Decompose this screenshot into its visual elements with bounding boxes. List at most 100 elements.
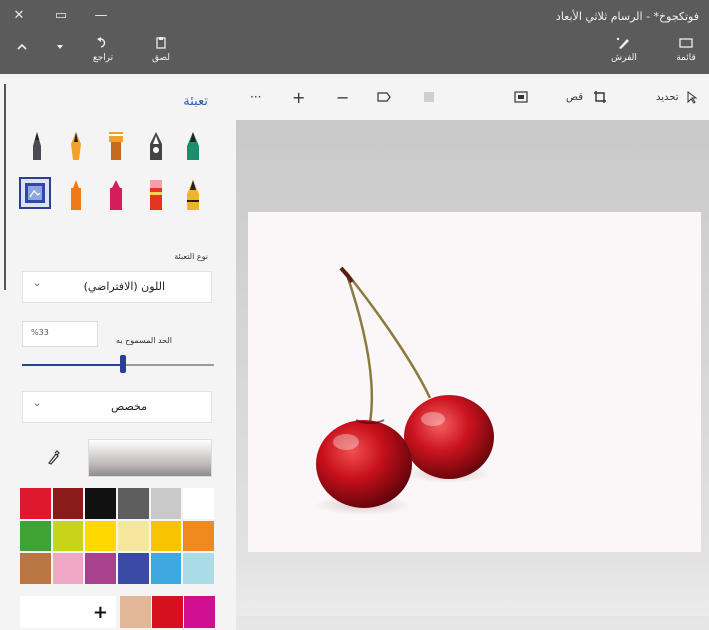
rotate-icon (424, 92, 434, 102)
pencil-icon (187, 180, 199, 210)
fill-type-value: اللون (الافتراضي) (83, 280, 165, 293)
crop-button[interactable]: قص (566, 86, 607, 108)
color-preview[interactable] (88, 439, 212, 477)
calligraphy-brush[interactable] (66, 130, 86, 164)
color-swatch[interactable] (20, 553, 51, 584)
color-swatch[interactable] (85, 520, 116, 552)
watercolor-icon (150, 132, 162, 160)
window-title: فوتكجوخ* - الرسام ثلاثي الأبعاد (555, 10, 699, 23)
select-icon (687, 91, 698, 104)
eraser-icon (150, 180, 162, 210)
tolerance-input[interactable]: %33 (22, 321, 98, 347)
oil-brush[interactable] (106, 130, 126, 164)
add-color-button[interactable]: + (20, 596, 116, 628)
spray-can-icon (71, 180, 81, 210)
color-swatch[interactable] (150, 488, 182, 519)
spray-brush[interactable] (66, 178, 86, 212)
minimize-icon: — (94, 7, 108, 23)
color-swatch[interactable] (150, 553, 182, 584)
menu-label: قائمة (676, 53, 696, 63)
edit-toolbar: ··· + − قص تحديد (236, 74, 709, 120)
close-icon: ✕ (13, 7, 25, 23)
color-swatch[interactable] (52, 488, 84, 519)
color-mode-dropdown[interactable]: مخصص ⌄ (22, 391, 212, 423)
color-swatch[interactable] (183, 553, 214, 584)
magic-select-icon (514, 91, 528, 103)
sticker-button[interactable] (376, 86, 392, 108)
paste-button[interactable]: لصق (144, 36, 178, 72)
chevron-down-icon: ⌄ (33, 278, 42, 289)
select-label: تحديد (656, 91, 679, 103)
tolerance-label: الحد المسموح به (116, 336, 172, 345)
drawing-canvas[interactable] (248, 212, 701, 552)
disabled-tool-button[interactable] (422, 86, 436, 108)
fill-type-label: نوع التعبئة (174, 252, 208, 261)
color-swatch[interactable] (117, 553, 149, 584)
color-swatch[interactable] (117, 520, 149, 552)
select-button[interactable]: تحديد (656, 86, 699, 108)
undo-button[interactable]: تراجع (86, 36, 120, 72)
restore-icon: ▭ (54, 7, 68, 23)
eraser-brush[interactable] (146, 178, 166, 212)
color-swatch[interactable] (52, 553, 84, 584)
panel-title: تعبئة (183, 94, 208, 109)
minimize-button[interactable]: — (84, 4, 118, 26)
color-swatch[interactable] (183, 488, 214, 519)
close-button[interactable]: ✕ (2, 4, 36, 26)
color-swatch[interactable] (150, 520, 182, 552)
chevron-down-icon: ⌄ (33, 398, 42, 409)
brush-icon (616, 37, 629, 49)
paste-label: لصق (151, 53, 171, 63)
panel-scrollbar[interactable] (4, 84, 6, 290)
color-swatch[interactable] (20, 520, 51, 552)
color-swatch[interactable] (52, 520, 84, 552)
marker-icon (33, 132, 41, 160)
brushes-button[interactable]: الفرش (604, 36, 644, 72)
fill-type-dropdown[interactable]: اللون (الافتراضي) ⌄ (22, 271, 212, 303)
crop-label: قص (566, 91, 584, 103)
cherries-image (315, 266, 494, 515)
crayon-icon (110, 180, 122, 210)
undo-icon (97, 37, 106, 48)
pixel-pen-brush[interactable] (183, 130, 203, 164)
color-swatch[interactable] (85, 553, 116, 584)
color-mode-value: مخصص (110, 400, 147, 413)
zoom-in-button[interactable]: + (292, 86, 305, 108)
watercolor-brush[interactable] (146, 130, 166, 164)
menu-button[interactable]: قائمة (668, 36, 704, 72)
more-button[interactable]: ··· (250, 86, 261, 108)
tolerance-slider-track[interactable] (22, 364, 214, 366)
color-swatch[interactable] (183, 520, 214, 552)
ribbon-dropdown-button[interactable] (50, 42, 70, 78)
collapse-ribbon-button[interactable] (10, 40, 34, 76)
crop-icon (594, 91, 607, 103)
crayon-brush[interactable] (106, 178, 126, 212)
fill-brush-selected[interactable] (19, 177, 51, 209)
color-swatch[interactable] (85, 488, 116, 519)
canvas-area (236, 120, 709, 630)
folder-icon (679, 38, 693, 48)
color-swatch[interactable] (117, 488, 149, 519)
color-swatch[interactable] (20, 488, 51, 519)
tolerance-slider-thumb[interactable] (120, 355, 126, 373)
fill-panel: تعبئة نوع التعبئة اللون (الافتراضي) ⌄ %3… (0, 74, 236, 630)
tag-icon (377, 92, 391, 102)
custom-color-swatch[interactable] (184, 596, 215, 628)
pencil-brush[interactable] (183, 178, 203, 212)
custom-colors-row: + (20, 596, 215, 628)
marker-brush[interactable] (27, 130, 47, 164)
pixel-pen-icon (187, 132, 199, 160)
custom-color-swatch[interactable] (120, 596, 151, 628)
chevron-up-icon (17, 43, 27, 50)
fill-icon (25, 183, 45, 203)
eyedropper-icon (48, 450, 60, 465)
canvas-reflection (236, 556, 709, 616)
zoom-out-button[interactable]: − (336, 86, 349, 108)
magic-select-button[interactable] (513, 86, 529, 108)
tolerance-slider-fill (22, 364, 123, 366)
eyedropper-button[interactable] (28, 441, 78, 473)
restore-button[interactable]: ▭ (44, 4, 78, 26)
caret-down-icon (57, 45, 63, 49)
custom-color-swatch[interactable] (152, 596, 183, 628)
brushes-label: الفرش (611, 53, 637, 63)
